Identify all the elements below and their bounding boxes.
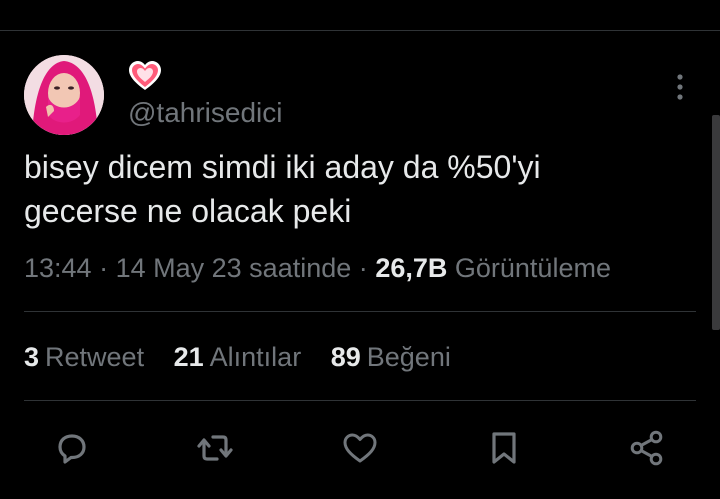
bookmark-icon (492, 432, 516, 464)
retweet-stat[interactable]: 3 Retweet (24, 342, 152, 372)
retweet-icon (197, 435, 233, 461)
more-vertical-icon[interactable] (666, 72, 694, 102)
share-button[interactable] (625, 426, 669, 470)
like-stat[interactable]: 89 Beğeni (331, 342, 451, 372)
avatar[interactable] (24, 55, 104, 135)
retweet-button[interactable] (193, 426, 237, 470)
quote-label: Alıntılar (209, 342, 302, 372)
like-count: 89 (330, 342, 361, 372)
reply-button[interactable] (50, 426, 94, 470)
tweet-date[interactable]: 14 May 23 saatinde (116, 253, 352, 283)
reply-icon (58, 434, 86, 464)
tweet-text-line: gecerse ne olacak peki (24, 193, 352, 229)
views-count[interactable]: 26,7B (375, 253, 447, 283)
tweet-text: bisey dicem simdi iki aday da %50'yi gec… (24, 145, 674, 233)
views-label[interactable]: Görüntüleme (455, 253, 611, 283)
quote-stat[interactable]: 21 Alıntılar (174, 342, 309, 372)
retweet-label: Retweet (45, 342, 145, 372)
tweet-time[interactable]: 13:44 (24, 253, 92, 283)
user-handle[interactable]: @tahrisedici (128, 96, 282, 130)
retweet-count: 3 (24, 342, 40, 372)
tweet-stats: 3 Retweet 21 Alıntılar 89 Beğeni (24, 340, 473, 374)
divider (24, 311, 696, 312)
share-icon (630, 430, 663, 466)
like-button[interactable] (338, 426, 382, 470)
tweet-meta: 13:44 · 14 May 23 saatinde · 26,7B Görün… (24, 251, 611, 285)
meta-separator: · (99, 253, 109, 283)
meta-separator: · (358, 253, 368, 283)
divider (24, 400, 696, 401)
avatar-image (24, 55, 104, 135)
scrollbar-thumb[interactable] (712, 115, 720, 330)
heart-emoji-icon (128, 60, 162, 92)
tweet-text-line: bisey dicem simdi iki aday da %50'yi (24, 149, 541, 185)
quote-count: 21 (173, 342, 204, 372)
bookmark-button[interactable] (482, 426, 526, 470)
like-heart-icon (343, 433, 377, 463)
top-divider (0, 30, 720, 31)
like-label: Beğeni (366, 342, 451, 372)
